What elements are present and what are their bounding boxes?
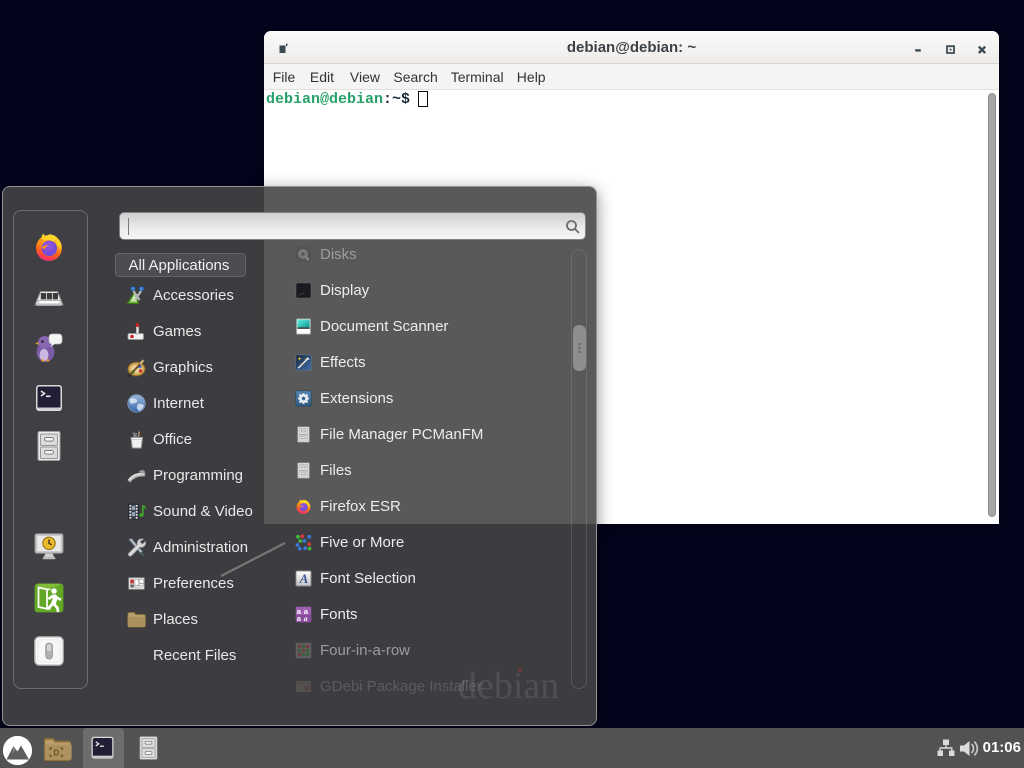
svg-text:D: D (53, 748, 59, 757)
svg-text:a: a (304, 614, 308, 623)
svg-text:A: A (299, 571, 309, 586)
